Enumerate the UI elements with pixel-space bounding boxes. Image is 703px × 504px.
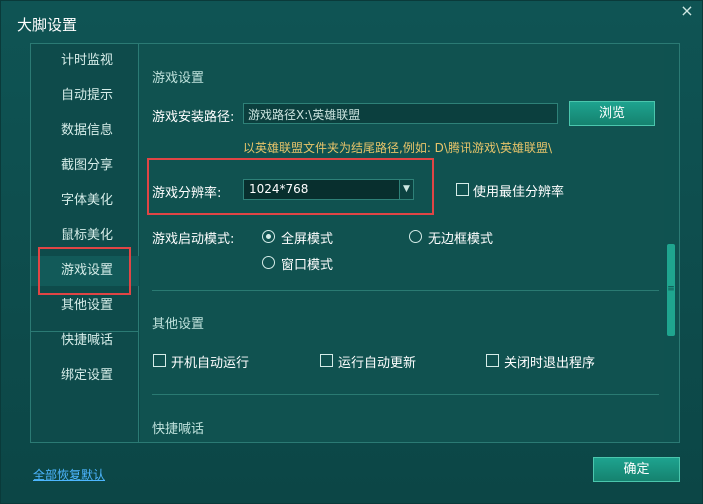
exit-on-close-checkbox[interactable] xyxy=(486,354,499,367)
best-resolution-label: 使用最佳分辨率 xyxy=(473,185,565,200)
grip-icon: ≡ xyxy=(667,284,675,294)
sidebar-item-font[interactable]: 字体美化 xyxy=(31,186,139,216)
sidebar-item-other-settings[interactable]: 其他设置 xyxy=(31,291,139,321)
sidebar-item-data-info[interactable]: 数据信息 xyxy=(31,116,139,146)
section-title-other: 其他设置 xyxy=(152,317,205,332)
section-title-quick-chat: 快捷喊话 xyxy=(152,422,205,437)
radio-borderless[interactable] xyxy=(409,230,422,243)
autostart-label: 开机自动运行 xyxy=(171,356,250,371)
radio-fullscreen[interactable] xyxy=(262,230,275,243)
section-divider xyxy=(152,394,659,395)
install-path-input[interactable]: 游戏路径X:\英雄联盟 xyxy=(243,103,558,124)
highlight-box-sidebar xyxy=(38,247,131,295)
radio-windowed-label: 窗口模式 xyxy=(281,258,334,273)
radio-windowed[interactable] xyxy=(262,256,275,269)
install-path-label: 游戏安装路径: xyxy=(152,110,235,125)
section-title-game: 游戏设置 xyxy=(152,71,205,86)
exit-on-close-label: 关闭时退出程序 xyxy=(504,356,596,371)
sidebar-item-auto-hint[interactable]: 自动提示 xyxy=(31,81,139,111)
radio-fullscreen-label: 全屏模式 xyxy=(281,232,334,247)
radio-borderless-label: 无边框模式 xyxy=(428,232,494,247)
sidebar-item-timer[interactable]: 计时监视 xyxy=(31,46,139,76)
auto-update-label: 运行自动更新 xyxy=(338,356,417,371)
install-path-hint: 以英雄联盟文件夹为结尾路径,例如: D\腾讯游戏\英雄联盟\ xyxy=(243,141,553,155)
sidebar-item-screenshot-share[interactable]: 截图分享 xyxy=(31,151,139,181)
settings-content: 游戏设置 游戏安装路径: 游戏路径X:\英雄联盟 浏览 以英雄联盟文件夹为结尾路… xyxy=(140,44,679,442)
sidebar-item-binding[interactable]: 绑定设置 xyxy=(31,361,139,391)
best-resolution-checkbox[interactable] xyxy=(456,183,469,196)
sidebar: 计时监视 自动提示 数据信息 截图分享 字体美化 鼠标美化 游戏设置 其他设置 … xyxy=(31,44,139,442)
section-divider xyxy=(152,290,659,291)
launch-mode-label: 游戏启动模式: xyxy=(152,232,235,247)
window-title: 大脚设置 xyxy=(17,16,78,34)
scrollbar-track[interactable] xyxy=(664,44,679,442)
reset-defaults-link[interactable]: 全部恢复默认 xyxy=(33,466,105,483)
sidebar-item-quick-chat[interactable]: 快捷喊话 xyxy=(31,326,139,356)
ok-button[interactable]: 确定 xyxy=(593,457,680,482)
autostart-checkbox[interactable] xyxy=(153,354,166,367)
settings-window: 大脚设置 × 计时监视 自动提示 数据信息 截图分享 字体美化 鼠标美化 游戏设… xyxy=(0,0,703,504)
highlight-box-resolution xyxy=(147,158,434,215)
auto-update-checkbox[interactable] xyxy=(320,354,333,367)
close-icon[interactable]: × xyxy=(678,1,696,20)
browse-button[interactable]: 浏览 xyxy=(569,101,655,126)
